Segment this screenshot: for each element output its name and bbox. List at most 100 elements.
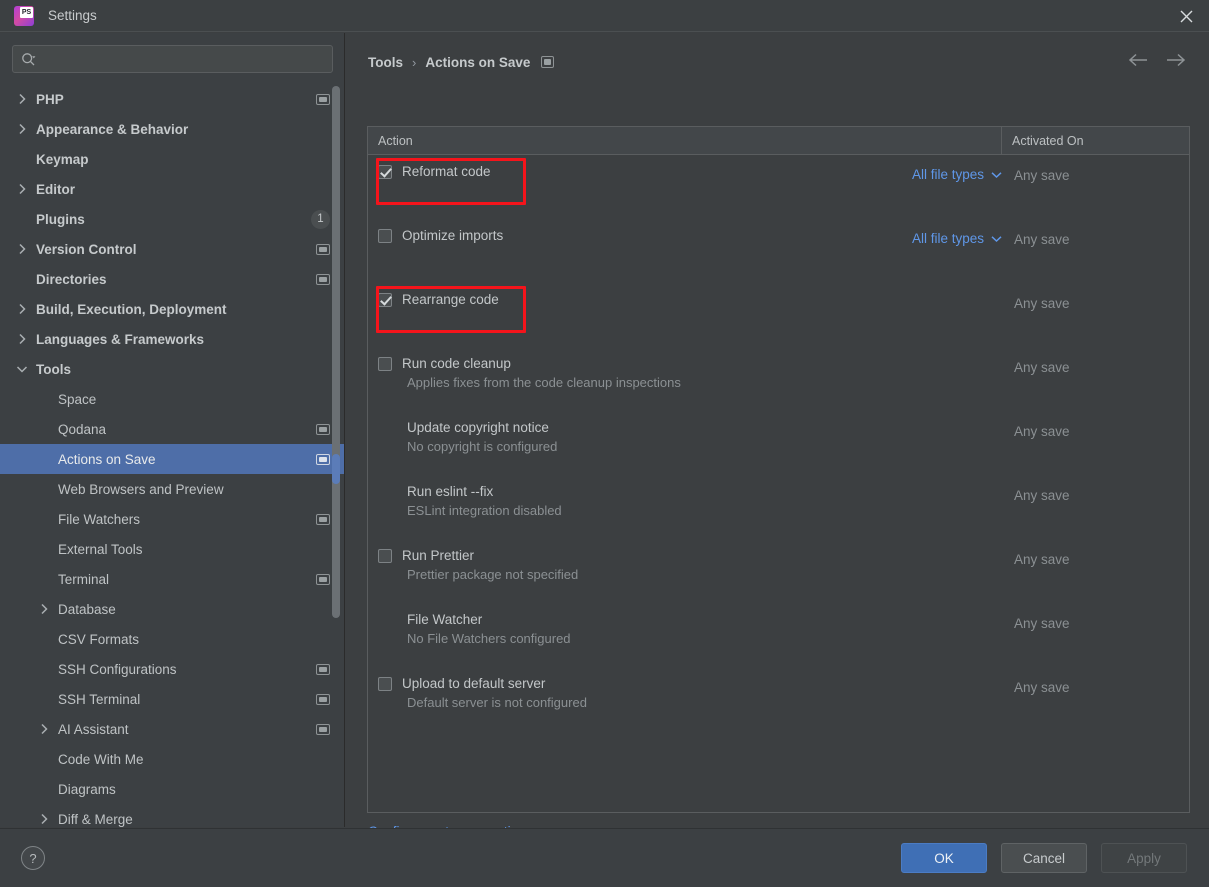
title-bar: PS Settings [0,0,1209,32]
file-types-dropdown[interactable]: All file types [912,167,1002,182]
sidebar-item-qodana[interactable]: Qodana [0,414,344,444]
checkbox-reformat-code[interactable] [378,164,392,179]
sidebar-item-label: Actions on Save [58,451,156,467]
sidebar-item-php[interactable]: PHP [0,84,344,114]
arrow-right-icon[interactable] [1165,53,1187,71]
chevron-right-icon[interactable] [36,721,52,737]
chevron-down-icon[interactable] [14,361,30,377]
sidebar-item-build-execution-deployment[interactable]: Build, Execution, Deployment [0,294,344,324]
chevron-right-icon[interactable] [14,241,30,257]
row-title: Reformat code [402,164,491,179]
checkbox-upload-to-default-server[interactable] [378,676,392,691]
activated-on-value: Any save [1014,616,1070,631]
sidebar-item-ssh-configurations[interactable]: SSH Configurations [0,654,344,684]
chevron-right-icon[interactable] [14,181,30,197]
sidebar-item-label: Keymap [36,151,89,167]
cell-activated-on: Any save [1002,347,1189,411]
sidebar-item-ai-assistant[interactable]: AI Assistant [0,714,344,744]
module-badge-icon [316,93,330,105]
sidebar-item-plugins[interactable]: Plugins 1 [0,204,344,234]
table-row[interactable]: Run eslint --fix ESLint integration disab… [368,475,1189,539]
close-icon[interactable] [1163,0,1209,32]
cell-action: File Watcher No File Watchers configured [368,603,888,667]
breadcrumb-current: Actions on Save [425,54,531,70]
checkbox-run-code-cleanup[interactable] [378,356,392,371]
chevron-right-icon[interactable] [14,91,30,107]
activated-on-value: Any save [1014,680,1070,695]
cancel-button[interactable]: Cancel [1001,843,1087,873]
chevron-right-icon[interactable] [14,121,30,137]
table-header: Action Activated On [368,127,1189,155]
chevron-right-icon[interactable] [14,331,30,347]
cell-action: Rearrange code [368,283,888,347]
sidebar-item-label: Tools [36,361,71,377]
table-row[interactable]: Optimize imports All file types Any save [368,219,1189,283]
search-wrapper [0,33,344,73]
module-badge-icon [316,573,330,585]
file-types-label: All file types [911,231,984,246]
cell-activated-on: Any save [1002,603,1189,667]
sidebar-scrollbar[interactable] [332,84,340,826]
sidebar-item-tools[interactable]: Tools [0,354,344,384]
ok-button[interactable]: OK [901,843,987,873]
cell-action: Run Prettier Prettier package not specifi… [368,539,888,603]
row-description: Prettier package not specified [407,567,579,582]
search-box[interactable] [12,45,333,73]
sidebar-item-editor[interactable]: Editor [0,174,344,204]
sidebar-item-ssh-terminal[interactable]: SSH Terminal [0,684,344,714]
cell-file-types: All file types [888,155,1002,219]
sidebar-item-diagrams[interactable]: Diagrams [0,774,344,804]
file-types-dropdown[interactable]: All file types [912,231,1002,246]
sidebar-item-directories[interactable]: Directories [0,264,344,294]
cell-activated-on: Any save [1002,539,1189,603]
activated-on-value: Any save [1014,424,1070,439]
chevron-right-icon[interactable] [14,301,30,317]
checkbox-run-prettier[interactable] [378,548,392,563]
table-row[interactable]: Run Prettier Prettier package not specifi… [368,539,1189,603]
chevron-right-icon[interactable] [36,601,52,617]
table-row[interactable]: Upload to default server Default server i… [368,667,1189,731]
sidebar-item-label: Code With Me [58,751,144,767]
sidebar-item-terminal[interactable]: Terminal [0,564,344,594]
sidebar-item-actions-on-save[interactable]: Actions on Save [0,444,344,474]
checkbox-optimize-imports[interactable] [378,228,392,243]
sidebar-item-languages-frameworks[interactable]: Languages & Frameworks [0,324,344,354]
chevron-right-icon[interactable] [36,811,52,827]
sidebar-item-label: PHP [36,91,64,107]
plugins-update-count-badge: 1 [311,209,330,229]
cell-action: Update copyright notice No copyright is c… [368,411,888,475]
row-title: Upload to default server [402,676,546,691]
cell-activated-on: Any save [1002,283,1189,347]
checkbox-rearrange-code[interactable] [378,292,392,307]
table-row[interactable]: Reformat code All file types Any save [368,155,1189,219]
table-body: Reformat code All file types Any save Optim… [368,155,1189,731]
cell-file-types [888,475,1002,539]
sidebar-item-code-with-me[interactable]: Code With Me [0,744,344,774]
activated-on-value: Any save [1014,360,1070,375]
table-row[interactable]: Update copyright notice No copyright is c… [368,411,1189,475]
table-row[interactable]: Rearrange code Any save [368,283,1189,347]
row-description: Default server is not configured [407,695,587,710]
help-button[interactable]: ? [21,846,45,870]
sidebar-item-label: Editor [36,181,75,197]
sidebar-item-diff-merge[interactable]: Diff & Merge [0,804,344,827]
sidebar-item-label: SSH Terminal [58,691,141,707]
sidebar-item-label: Build, Execution, Deployment [36,301,227,317]
arrow-left-icon[interactable] [1127,53,1149,71]
sidebar-item-database[interactable]: Database [0,594,344,624]
sidebar-item-external-tools[interactable]: External Tools [0,534,344,564]
sidebar-item-keymap[interactable]: Keymap [0,144,344,174]
sidebar-item-version-control[interactable]: Version Control [0,234,344,264]
table-row[interactable]: Run code cleanup Applies fixes from the c… [368,347,1189,411]
sidebar-item-label: Directories [36,271,107,287]
breadcrumb-parent[interactable]: Tools [368,55,403,70]
table-row[interactable]: File Watcher No File Watchers configured A… [368,603,1189,667]
sidebar-item-file-watchers[interactable]: File Watchers [0,504,344,534]
sidebar-item-appearance-behavior[interactable]: Appearance & Behavior [0,114,344,144]
sidebar-scrollbar-thumb[interactable] [332,86,340,618]
search-input[interactable] [42,52,324,66]
window-title: Settings [48,8,97,23]
sidebar-item-space[interactable]: Space [0,384,344,414]
sidebar-item-csv-formats[interactable]: CSV Formats [0,624,344,654]
sidebar-item-web-browsers-and-preview[interactable]: Web Browsers and Preview [0,474,344,504]
